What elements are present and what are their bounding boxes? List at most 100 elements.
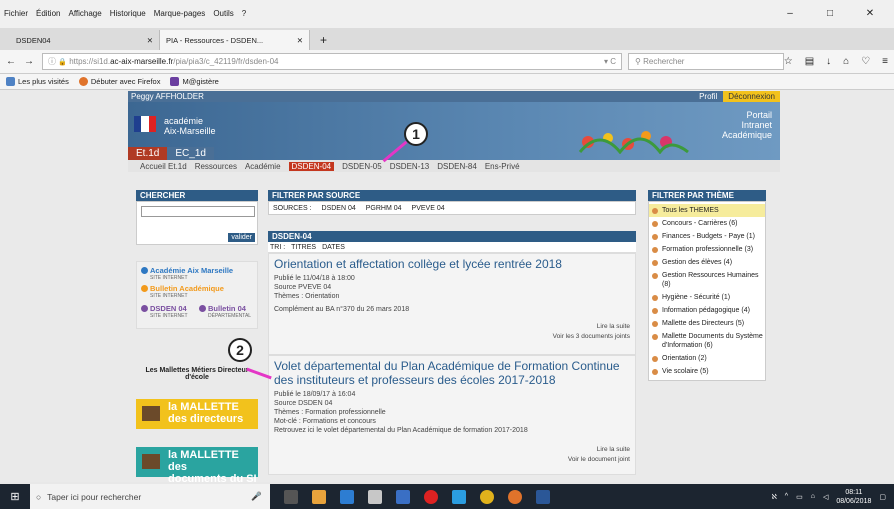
- menu-help[interactable]: ?: [242, 9, 246, 18]
- menu-fichier[interactable]: Fichier: [4, 9, 28, 18]
- firefox-icon: [78, 77, 88, 86]
- download-icon[interactable]: ↓: [826, 56, 831, 67]
- nav-dsden-05[interactable]: DSDEN-05: [342, 162, 382, 171]
- edge-icon[interactable]: [340, 489, 354, 504]
- theme-item[interactable]: Mallette des Directeurs (5): [649, 317, 765, 330]
- theme-item[interactable]: Gestion Ressources Humaines (8): [649, 269, 765, 291]
- bookmark-debuter-firefox[interactable]: Débuter avec Firefox: [78, 77, 160, 86]
- battery-icon[interactable]: ▭: [796, 493, 803, 501]
- tab-et1d[interactable]: Et.1d: [128, 147, 168, 160]
- source-dsden04[interactable]: DSDEN 04: [322, 205, 356, 212]
- back-arrow-icon[interactable]: ←: [6, 56, 16, 67]
- mallette-directeurs-banner[interactable]: la MALLETTE des directeurs: [136, 399, 258, 429]
- volume-icon[interactable]: ◁: [823, 493, 828, 501]
- site-search-input[interactable]: [141, 206, 255, 217]
- word-icon[interactable]: [536, 489, 550, 504]
- menu-outils[interactable]: Outils: [213, 9, 233, 18]
- firefox-taskbar-icon[interactable]: [508, 489, 522, 504]
- tab-dsden04[interactable]: DSDEN04 ✕: [10, 30, 160, 50]
- taskbar-search[interactable]: ○ Taper ici pour rechercher 🎤: [30, 484, 270, 509]
- read-more-link[interactable]: Lire la suite: [274, 445, 630, 455]
- home-icon[interactable]: ⌂: [843, 56, 849, 67]
- bookmark-magistere[interactable]: M@gistère: [170, 77, 219, 86]
- windows-start-icon[interactable]: ⊞: [0, 490, 30, 503]
- link-academie[interactable]: Académie Aix Marseille SITE INTERNET: [141, 266, 233, 281]
- info-icon[interactable]: ⓘ: [48, 56, 56, 67]
- hamburger-menu-icon[interactable]: ≡: [882, 56, 888, 67]
- mail-icon[interactable]: [396, 489, 410, 504]
- reload-icon[interactable]: ▾ C: [604, 57, 616, 66]
- bookmark-plus-visites[interactable]: Les plus visités: [6, 77, 69, 86]
- menu-marque-pages[interactable]: Marque-pages: [154, 9, 206, 18]
- theme-item[interactable]: Formation professionnelle (3): [649, 243, 765, 256]
- nav-ens-prive[interactable]: Ens-Privé: [485, 162, 520, 171]
- notification-icon[interactable]: ▢: [879, 493, 886, 501]
- maximize-button[interactable]: □: [814, 8, 846, 19]
- close-tab-icon[interactable]: ✕: [297, 36, 303, 45]
- forward-arrow-icon[interactable]: →: [24, 56, 34, 67]
- profil-link[interactable]: Profil: [699, 92, 717, 101]
- tab-ec1d[interactable]: EC_1d: [167, 147, 214, 160]
- theme-item[interactable]: Tous les THEMES: [649, 204, 765, 217]
- theme-item[interactable]: Orientation (2): [649, 352, 765, 365]
- tray-arrow-icon[interactable]: ^: [785, 493, 788, 500]
- mallette-documents-si-banner[interactable]: la MALLETTE des documents du SI: [136, 447, 258, 485]
- attachments-link[interactable]: Voir le document joint: [274, 455, 630, 465]
- nav-accueil[interactable]: Accueil Et.1d: [140, 162, 187, 171]
- nav-dsden-13[interactable]: DSDEN-13: [390, 162, 430, 171]
- theme-item[interactable]: Hygiène - Sécurité (1): [649, 291, 765, 304]
- clock[interactable]: 08:11 08/06/2018: [836, 488, 871, 506]
- tab-pia-ressources[interactable]: PIA - Ressources - DSDEN... ✕: [160, 30, 310, 50]
- theme-item[interactable]: Information pédagogique (4): [649, 304, 765, 317]
- source-pveve04[interactable]: PVEVE 04: [412, 205, 445, 212]
- file-explorer-icon[interactable]: [312, 489, 326, 504]
- academie-line2: Aix-Marseille: [164, 126, 216, 136]
- academie-logo-text: académie Aix-Marseille: [164, 116, 216, 136]
- read-more-link[interactable]: Lire la suite: [274, 322, 630, 332]
- nav-academie[interactable]: Académie: [245, 162, 281, 171]
- new-tab-button[interactable]: +: [310, 30, 337, 50]
- microphone-icon[interactable]: 🎤: [251, 491, 262, 502]
- theme-item[interactable]: Finances - Budgets - Paye (1): [649, 230, 765, 243]
- search-input[interactable]: ⚲ Rechercher: [628, 53, 784, 70]
- theme-item[interactable]: Gestion des élèves (4): [649, 256, 765, 269]
- store-icon[interactable]: [368, 489, 382, 504]
- article-title[interactable]: Orientation et affectation collège et ly…: [274, 257, 630, 271]
- source-pgrhm04[interactable]: PGRHM 04: [366, 205, 402, 212]
- menu-historique[interactable]: Historique: [110, 9, 146, 18]
- attachments-link[interactable]: Voir les 3 documents joints: [274, 332, 630, 342]
- minimize-button[interactable]: –: [774, 8, 806, 19]
- link-title: DSDEN 04: [150, 304, 187, 313]
- deconnexion-button[interactable]: Déconnexion: [723, 91, 780, 102]
- url-bar[interactable]: ⓘ 🔒 https://si1d. ac-aix-marseille.fr/pia…: [42, 53, 622, 70]
- people-icon[interactable]: ℵ: [772, 493, 777, 501]
- sort-titres[interactable]: TITRES: [291, 244, 316, 251]
- theme-item[interactable]: Mallette Documents du Système d'Informat…: [649, 330, 765, 352]
- theme-item[interactable]: Concours - Carrières (6): [649, 217, 765, 230]
- briefcase-icon: [142, 406, 160, 421]
- close-tab-icon[interactable]: ✕: [147, 36, 153, 45]
- link-bulletin-04[interactable]: Bulletin 04 DÉPARTEMENTAL: [199, 304, 251, 319]
- close-window-button[interactable]: ✕: [854, 8, 886, 19]
- network-icon[interactable]: ⌂: [811, 493, 815, 500]
- pocket-icon[interactable]: ♡: [861, 56, 870, 67]
- task-view-icon[interactable]: [284, 489, 298, 504]
- nav-dsden-84[interactable]: DSDEN-84: [437, 162, 477, 171]
- bookmark-star-icon[interactable]: ☆: [784, 56, 793, 67]
- valider-button[interactable]: valider: [228, 233, 255, 242]
- skype-icon[interactable]: [452, 489, 466, 504]
- menu-affichage[interactable]: Affichage: [68, 9, 101, 18]
- chrome-icon[interactable]: [480, 489, 494, 504]
- nav-dsden-04[interactable]: DSDEN-04: [288, 161, 335, 171]
- menu-edition[interactable]: Édition: [36, 9, 60, 18]
- article-title[interactable]: Volet départemental du Plan Académique d…: [274, 359, 630, 387]
- link-dsden04[interactable]: DSDEN 04 SITE INTERNET: [141, 304, 188, 319]
- article-summary: Complément au BA n°370 du 26 mars 2018: [274, 306, 410, 313]
- sort-dates[interactable]: DATES: [322, 244, 345, 251]
- theme-item[interactable]: Vie scolaire (5): [649, 365, 765, 378]
- opera-icon[interactable]: [424, 489, 438, 504]
- reader-icon[interactable]: ▤: [805, 56, 814, 67]
- link-bulletin-academique[interactable]: Bulletin Académique SITE INTERNET: [141, 284, 224, 299]
- nav-ressources[interactable]: Ressources: [195, 162, 237, 171]
- sort-bar: TRI : TITRES DATES: [268, 242, 636, 253]
